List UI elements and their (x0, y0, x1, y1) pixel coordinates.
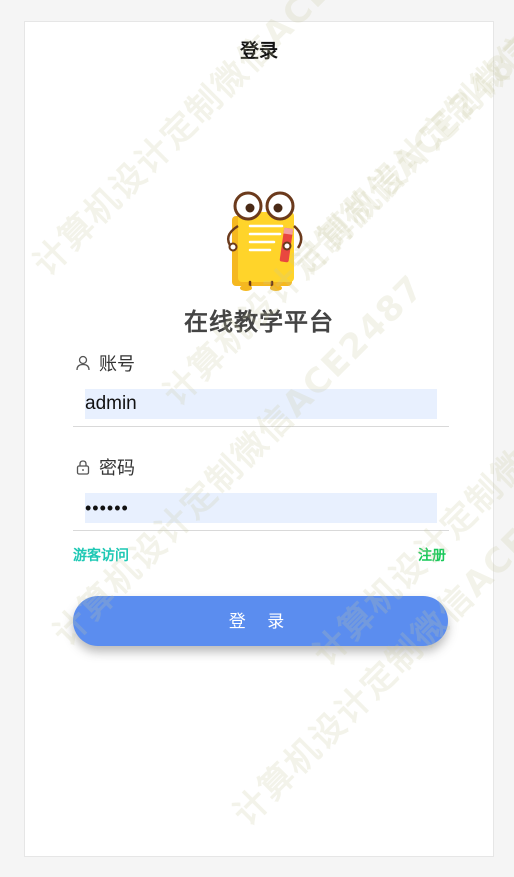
login-button[interactable]: 登 录 (73, 596, 448, 646)
book-mascot-icon (226, 191, 303, 291)
password-label: 密码 (75, 454, 135, 480)
guest-access-link[interactable]: 游客访问 (73, 545, 129, 565)
lock-icon (76, 460, 90, 475)
register-link[interactable]: 注册 (418, 545, 446, 565)
password-input[interactable]: •••••• (85, 493, 437, 523)
account-input[interactable] (85, 389, 437, 419)
app-title: 在线教学平台 (184, 308, 334, 336)
login-card: 登录 在线教学平台 账号 admin 密码 •••••• 游客访问 注册 登 录 (24, 21, 494, 857)
page-title: 登录 (239, 40, 278, 62)
account-label-text: 账号 (99, 354, 135, 375)
password-underline (73, 530, 449, 531)
password-label-text: 密码 (99, 458, 135, 479)
page: 登录 在线教学平台 账号 admin 密码 •••••• 游客访问 注册 登 录… (0, 0, 514, 877)
account-underline (73, 426, 449, 427)
user-icon (76, 355, 90, 371)
account-label: 账号 (75, 350, 135, 376)
